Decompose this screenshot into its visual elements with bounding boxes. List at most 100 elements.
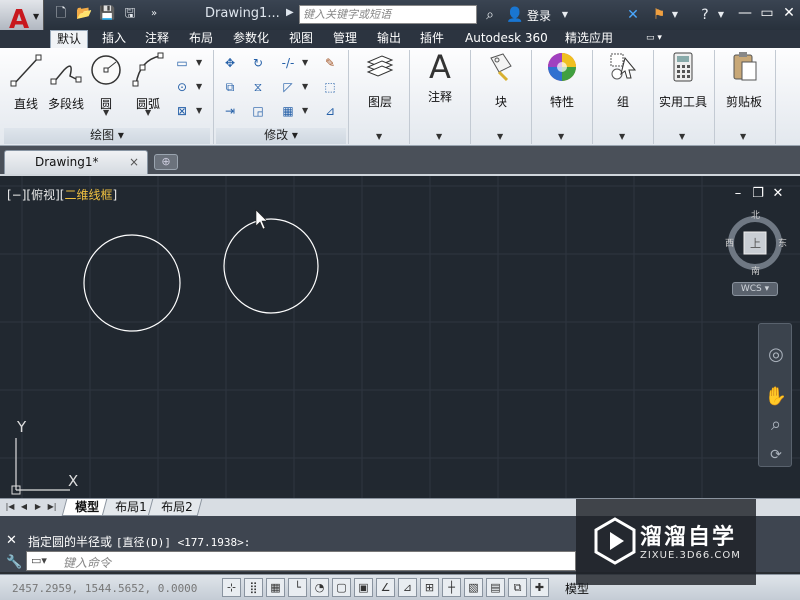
help-icon[interactable]: ?: [696, 6, 714, 24]
stretch-icon[interactable]: ⇥: [220, 100, 240, 120]
scale-icon[interactable]: ◲: [248, 100, 268, 120]
chevron-down-icon[interactable]: ▼: [196, 82, 202, 91]
polyline-tool-button[interactable]: 多段线: [46, 50, 86, 112]
viewport-controls[interactable]: [−][俯视][二维线框]: [7, 186, 117, 203]
group-panel-button[interactable]: 组 ▼: [595, 50, 651, 141]
tab-default[interactable]: 默认: [50, 30, 89, 48]
zoom-icon[interactable]: ⌕: [763, 412, 789, 438]
compass-west[interactable]: 西: [725, 236, 734, 249]
chevron-down-icon[interactable]: ▼: [740, 132, 746, 141]
chevron-down-icon[interactable]: ▼: [376, 132, 382, 141]
dynamic-ucs-icon[interactable]: ⊿: [398, 578, 417, 597]
ellipse-icon[interactable]: ⊙: [172, 76, 192, 96]
rectangle-icon[interactable]: ▭: [172, 52, 192, 72]
user-icon[interactable]: 👤: [506, 6, 524, 24]
tab-plugins[interactable]: 插件: [414, 30, 450, 48]
close-icon[interactable]: ×: [129, 155, 139, 169]
last-tab-icon[interactable]: ▶|: [46, 501, 58, 513]
ribbon-options-icon[interactable]: ▭ ▾: [640, 30, 668, 48]
save-icon[interactable]: 💾: [99, 6, 115, 22]
dynamic-input-icon[interactable]: ⊞: [420, 578, 439, 597]
wcs-menu-button[interactable]: WCS ▾: [732, 282, 778, 296]
viewport-close-icon[interactable]: ✕: [770, 186, 786, 202]
save-as-icon[interactable]: 🖫: [122, 6, 138, 22]
drawing-canvas[interactable]: [−][俯视][二维线框] – ❐ ✕ 北 南 东 西 上 WCS ▾ ◎ ✋ …: [0, 176, 800, 498]
next-tab-icon[interactable]: ▶: [32, 501, 44, 513]
command-input[interactable]: ▭▾ 键入命令: [26, 551, 576, 571]
chevron-down-icon[interactable]: ▼: [679, 132, 685, 141]
chevron-down-icon[interactable]: ▼: [716, 6, 726, 24]
chevron-down-icon[interactable]: ▼: [302, 58, 308, 67]
quick-properties-icon[interactable]: ▤: [486, 578, 505, 597]
tab-featured-apps[interactable]: 精选应用: [559, 30, 619, 48]
chevron-down-icon[interactable]: ▼: [145, 108, 151, 117]
previous-tab-icon[interactable]: ◀: [18, 501, 30, 513]
document-tab[interactable]: Drawing1* ×: [4, 150, 148, 174]
chevron-down-icon[interactable]: ▼: [670, 6, 680, 24]
utilities-panel-button[interactable]: 实用工具 ▼: [655, 50, 711, 141]
viewport-restore-icon[interactable]: ❐: [750, 186, 766, 202]
clipboard-panel-button[interactable]: 剪贴板 ▼: [716, 50, 772, 141]
drawn-circle[interactable]: [83, 234, 181, 332]
properties-panel-button[interactable]: 特性 ▼: [534, 50, 590, 141]
object-snap-tracking-icon[interactable]: ∠: [376, 578, 395, 597]
line-tool-button[interactable]: 直线: [8, 50, 44, 112]
new-tab-button[interactable]: ⊕: [154, 154, 178, 170]
drawn-circle[interactable]: [223, 218, 319, 314]
selection-cycling-icon[interactable]: ⧉: [508, 578, 527, 597]
tab-output[interactable]: 输出: [371, 30, 407, 48]
object-snap-icon[interactable]: ▢: [332, 578, 351, 597]
modify-panel-title[interactable]: 修改 ▾: [216, 128, 346, 144]
explode-icon[interactable]: ⬚: [320, 76, 340, 96]
search-input[interactable]: 键入关键字或短语: [299, 5, 477, 24]
arc-tool-button[interactable]: 圆弧 ▼: [130, 50, 166, 117]
array-icon[interactable]: ▦: [278, 100, 298, 120]
move-icon[interactable]: ✥: [220, 52, 240, 72]
compass-east[interactable]: 东: [778, 236, 787, 249]
tab-layout[interactable]: 布局: [183, 30, 219, 48]
tab-autodesk-360[interactable]: Autodesk 360: [459, 30, 554, 48]
first-tab-icon[interactable]: |◀: [4, 501, 16, 513]
more-tools-icon[interactable]: »: [146, 6, 162, 22]
chevron-down-icon[interactable]: ▼: [196, 58, 202, 67]
pan-hand-icon[interactable]: ✋: [763, 384, 789, 410]
draw-panel-title[interactable]: 绘图 ▾: [4, 128, 210, 144]
chevron-down-icon[interactable]: ▼: [560, 6, 570, 24]
tab-annotate[interactable]: 注释: [139, 30, 175, 48]
circle-tool-button[interactable]: 圆 ▼: [88, 50, 124, 117]
command-prompt-icon[interactable]: ▭▾: [31, 554, 47, 567]
annotation-monitor-icon[interactable]: ✚: [530, 578, 549, 597]
polar-tracking-icon[interactable]: ◔: [310, 578, 329, 597]
steering-wheel-icon[interactable]: ◎: [763, 342, 789, 368]
copy-icon[interactable]: ⧉: [220, 76, 240, 96]
lineweight-icon[interactable]: ┼: [442, 578, 461, 597]
chevron-down-icon[interactable]: ▼: [497, 132, 503, 141]
binoculars-icon[interactable]: ⌕: [481, 6, 499, 24]
snap-mode-icon[interactable]: ⣿: [244, 578, 263, 597]
viewport-minimize-icon[interactable]: –: [730, 186, 746, 202]
login-link[interactable]: 登录: [527, 7, 551, 24]
close-icon[interactable]: ✕: [6, 533, 17, 548]
infer-constraints-icon[interactable]: ⊹: [222, 578, 241, 597]
trim-icon[interactable]: -/-: [278, 52, 298, 72]
mirror-icon[interactable]: ⧖: [248, 76, 268, 96]
fillet-icon[interactable]: ◸: [278, 76, 298, 96]
erase-icon[interactable]: ✎: [320, 52, 340, 72]
layout-tab-layout2[interactable]: 布局2: [147, 499, 202, 516]
grid-display-icon[interactable]: ▦: [266, 578, 285, 597]
chevron-down-icon[interactable]: ▼: [436, 132, 442, 141]
rotate-icon[interactable]: ↻: [248, 52, 268, 72]
viewcube-top-face[interactable]: 上: [750, 235, 761, 251]
layers-panel-button[interactable]: 图层 ▼: [352, 50, 408, 141]
coordinate-readout[interactable]: 2457.2959, 1544.5652, 0.0000: [12, 582, 197, 595]
play-arrow-icon[interactable]: ▶: [286, 7, 294, 18]
offset-icon[interactable]: ⊿: [320, 100, 340, 120]
block-panel-button[interactable]: 块 ▼: [473, 50, 529, 141]
transparency-icon[interactable]: ▧: [464, 578, 483, 597]
connect-icon[interactable]: ⚑: [650, 6, 668, 24]
tab-parametric[interactable]: 参数化: [227, 30, 275, 48]
chevron-down-icon[interactable]: ▼: [619, 132, 625, 141]
close-icon[interactable]: ✕: [779, 4, 799, 22]
minimize-icon[interactable]: —: [735, 4, 755, 22]
exchange-icon[interactable]: ✕: [624, 6, 642, 24]
